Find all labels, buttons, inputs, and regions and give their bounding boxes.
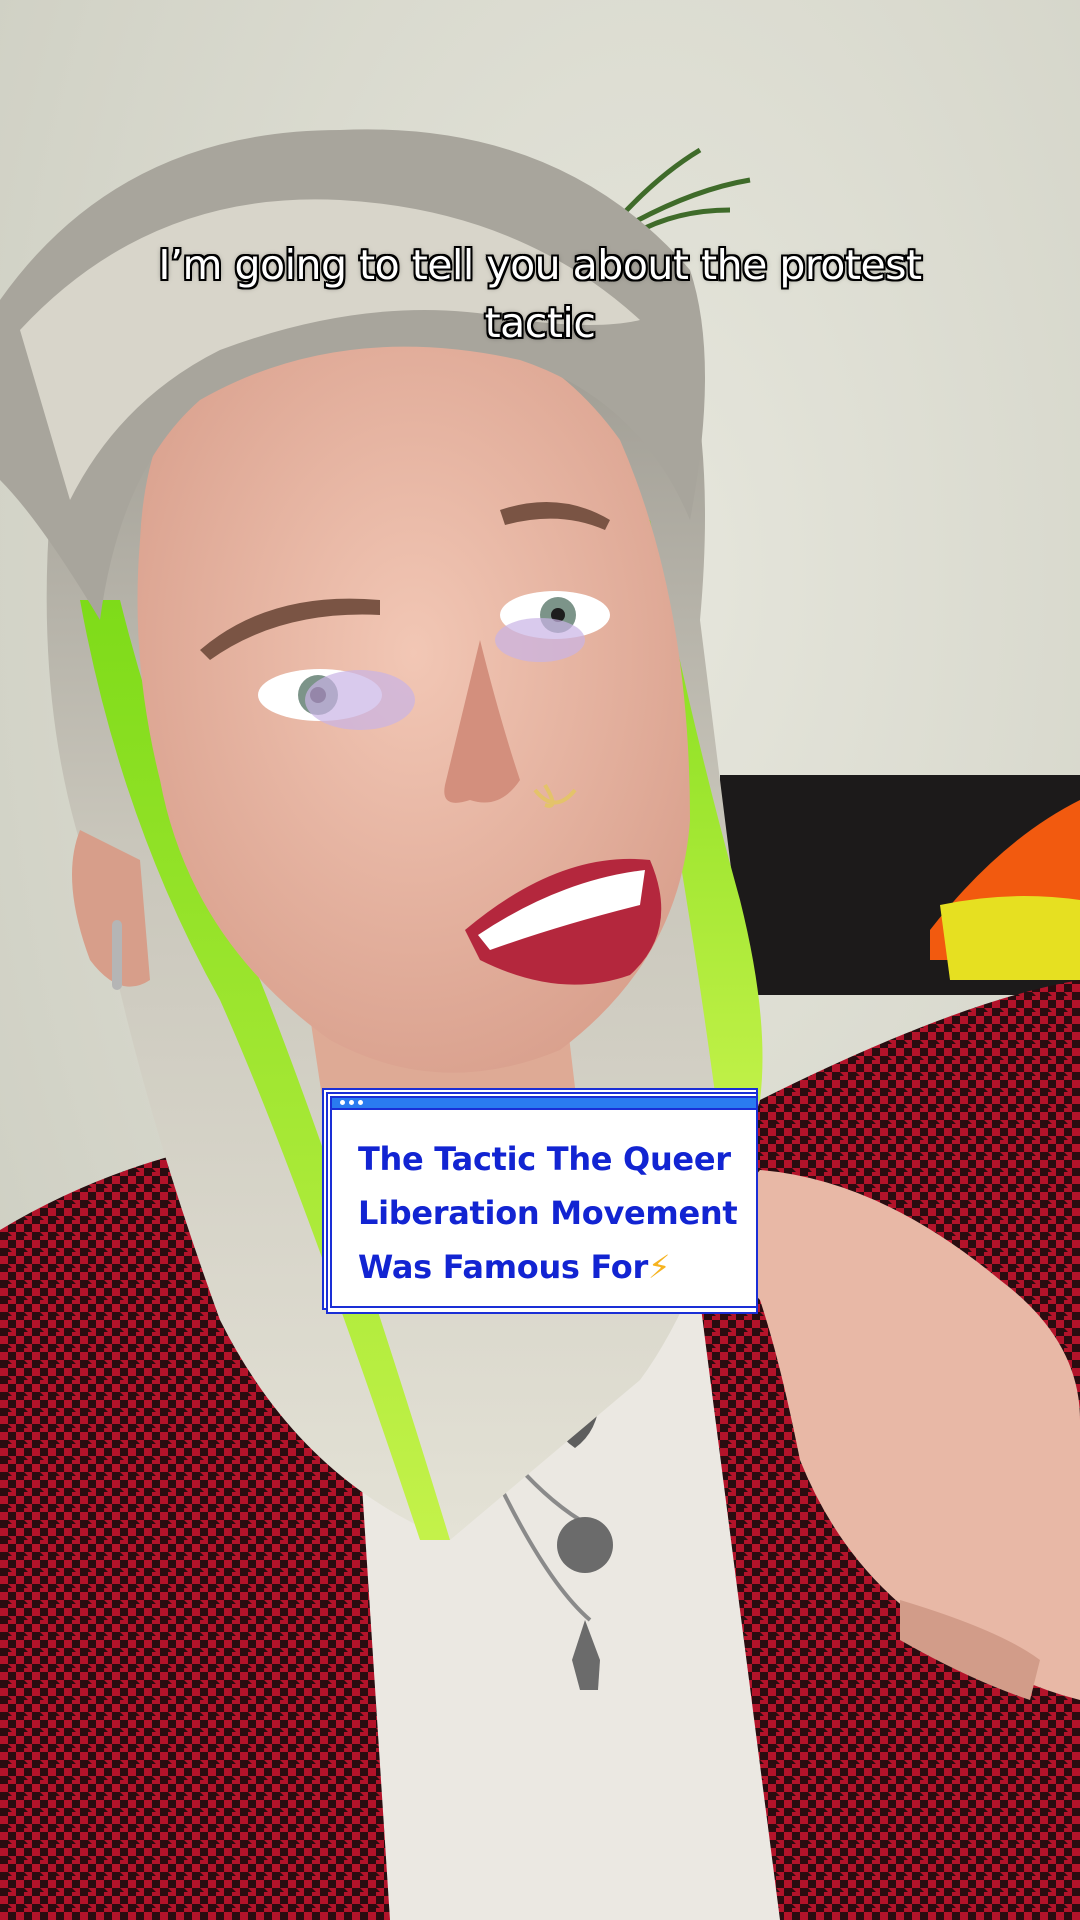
title-card-window-bar [332,1098,756,1110]
lightning-bolt-icon: ⚡ [647,1248,671,1286]
title-line-3-text: Was Famous For [358,1248,648,1286]
title-card-window: The Tactic The Queer Liberation Movement… [330,1096,758,1308]
caption-line-1: I’m going to tell you about the protest [158,241,922,289]
video-caption: I’m going to tell you about the protest … [90,236,990,352]
title-card-text: The Tactic The Queer Liberation Movement… [358,1132,748,1294]
title-card: The Tactic The Queer Liberation Movement… [322,1088,758,1316]
window-dot-icon [340,1100,345,1105]
window-dot-icon [349,1100,354,1105]
title-line-1: The Tactic The Queer [358,1140,731,1178]
title-line-3: Was Famous For⚡ [358,1240,748,1294]
window-dot-icon [358,1100,363,1105]
title-line-2: Liberation Movement [358,1194,738,1232]
caption-line-2: tactic [484,299,596,347]
